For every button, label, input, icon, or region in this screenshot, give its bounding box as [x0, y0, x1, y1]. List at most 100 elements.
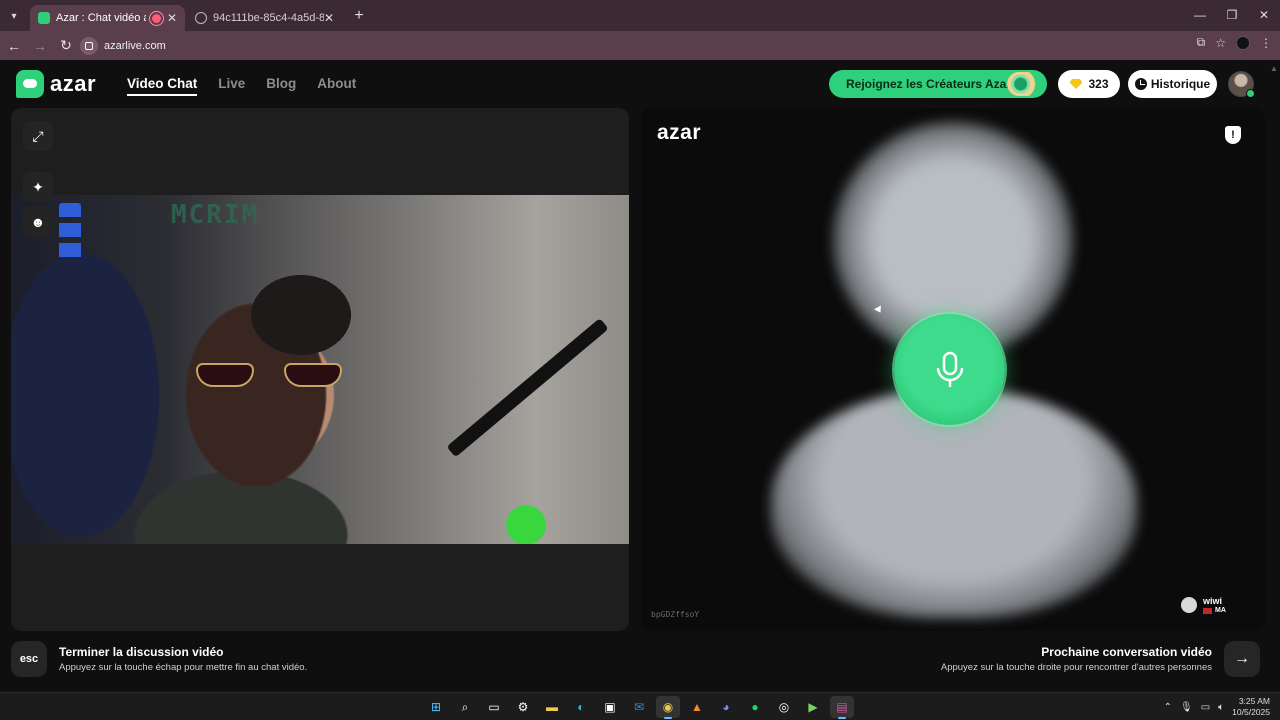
sunglasses-decoration	[196, 363, 346, 389]
address-bar-actions: ⧉ ☆ ⋮	[1197, 35, 1272, 50]
browser-tab-azar[interactable]: Azar : Chat vidéo avec de n ✕	[30, 5, 185, 31]
online-status-icon	[1246, 89, 1255, 98]
recording-indicator-icon	[151, 13, 161, 23]
restore-button[interactable]: ❐	[1216, 0, 1248, 30]
logo-text: azar	[50, 71, 97, 96]
self-camera-feed: MCRIM	[11, 195, 629, 544]
tray-expand-icon[interactable]: ⌃	[1164, 702, 1172, 713]
obs-icon[interactable]: ◎	[772, 696, 796, 718]
nav-live[interactable]: Live	[218, 76, 245, 96]
sparkle-effects-icon[interactable]: ✦	[23, 172, 53, 202]
join-creators-button[interactable]: Rejoignez les Créateurs Azar	[829, 70, 1047, 98]
media-player-icon[interactable]: ▶	[801, 696, 825, 718]
azar-logo[interactable]: azar	[16, 70, 96, 98]
clock-time: 3:25 AM	[1238, 696, 1270, 706]
profile-icon[interactable]	[1236, 35, 1250, 50]
system-tray: ⌃ 🎙︎ ▭ 🔈︎ 3:25 AM 10/5/2025	[1164, 696, 1270, 718]
window-controls: — ❐ ✕	[1184, 0, 1280, 30]
url-text[interactable]: azarlive.com	[104, 40, 166, 52]
next-arrow-button[interactable]: →	[1224, 641, 1260, 677]
forward-arrow-icon[interactable]: →	[28, 34, 52, 58]
edge-browser-icon[interactable]: ◐	[569, 696, 593, 718]
browser-address-bar: ← → ↻ azarlive.com ⧉ ☆ ⋮	[0, 31, 1280, 60]
minimize-button[interactable]: —	[1184, 0, 1216, 30]
windows-taskbar: ⊞ ⌕ ▭ ⚙ ▬ ◐ ▣ ✉ ◉ ▲ ◕ ● ◎ ▶ ▤ ⌃ 🎙︎ ▭ 🔈︎ …	[0, 692, 1280, 720]
network-icon[interactable]: ▭	[1201, 702, 1210, 713]
terminal-icon[interactable]: ▤	[830, 696, 854, 719]
azar-favicon-icon	[38, 12, 50, 24]
next-chat-subtitle: Appuyez sur la touche droite pour rencon…	[940, 662, 1212, 673]
microphone-button[interactable]	[894, 314, 1005, 425]
back-arrow-icon[interactable]: ←	[2, 34, 26, 58]
clock-icon	[1134, 78, 1147, 90]
windows-start-icon[interactable]: ⊞	[424, 696, 448, 718]
next-chat-hint: Prochaine conversation vidéo Appuyez sur…	[941, 641, 1260, 677]
store-icon[interactable]: ▣	[598, 696, 622, 718]
settings-gear-icon[interactable]: ⚙	[511, 696, 535, 718]
bookmark-star-icon[interactable]: ☆	[1215, 36, 1226, 50]
partner-name: wiwi	[1203, 596, 1223, 606]
discord-icon[interactable]: ◕	[714, 696, 738, 718]
tab-title: Azar : Chat vidéo avec de n	[56, 12, 146, 24]
end-chat-hint: esc Terminer la discussion vidéo Appuyez…	[11, 641, 307, 677]
install-app-icon[interactable]: ⧉	[1197, 35, 1206, 50]
nav-about[interactable]: About	[317, 76, 356, 96]
taskbar-apps: ⊞ ⌕ ▭ ⚙ ▬ ◐ ▣ ✉ ◉ ▲ ◕ ● ◎ ▶ ▤	[424, 696, 854, 719]
task-view-icon[interactable]: ▭	[482, 696, 506, 718]
expand-icon[interactable]: ⤢	[23, 121, 53, 151]
join-creators-label: Rejoignez les Créateurs Azar	[846, 77, 1011, 91]
tab-close-icon[interactable]: ✕	[324, 11, 334, 25]
globe-favicon-icon	[195, 12, 207, 24]
mic-arm-decoration	[446, 318, 609, 458]
search-icon[interactable]: ⌕	[453, 696, 477, 718]
scroll-up-icon[interactable]: ▲	[1270, 64, 1278, 74]
end-chat-title: Terminer la discussion vidéo	[59, 645, 224, 659]
partner-country-code: MA	[1215, 607, 1226, 614]
browser-tab-bar: ▾ Azar : Chat vidéo avec de n ✕ 94c111be…	[0, 0, 1280, 31]
vlc-icon[interactable]: ▲	[685, 696, 709, 718]
clock-date: 10/5/2025	[1232, 707, 1270, 717]
tab-close-icon[interactable]: ✕	[167, 11, 177, 25]
gems-count: 323	[1088, 77, 1109, 91]
nav-blog[interactable]: Blog	[266, 76, 296, 96]
outlook-icon[interactable]: ✉	[627, 696, 651, 718]
esc-key-button[interactable]: esc	[11, 641, 47, 677]
user-avatar[interactable]	[1228, 71, 1255, 98]
browser-menu-icon[interactable]: ⋮	[1260, 36, 1272, 50]
browser-tab-second[interactable]: 94c111be-85c4-4a5d-8875-f38 ✕	[187, 5, 342, 31]
reload-icon[interactable]: ↻	[54, 34, 78, 58]
tab-search-icon[interactable]: ▾	[4, 6, 24, 26]
next-chat-title: Prochaine conversation vidéo	[1041, 645, 1212, 659]
background-sign: MCRIM	[171, 200, 260, 230]
partner-country: MA	[1203, 607, 1226, 614]
volume-icon[interactable]: 🔈︎	[1218, 702, 1224, 713]
history-button[interactable]: Historique	[1128, 70, 1217, 98]
self-video-panel: MCRIM ⤢ ✦ ☻	[11, 108, 629, 631]
history-label: Historique	[1150, 77, 1211, 91]
taskbar-clock[interactable]: 3:25 AM 10/5/2025	[1232, 696, 1270, 718]
tray-mic-icon[interactable]: 🎙︎	[1180, 702, 1193, 713]
site-info-icon[interactable]	[80, 36, 98, 55]
gem-icon	[1069, 79, 1083, 89]
nav-video-chat[interactable]: Video Chat	[127, 76, 198, 96]
partner-info[interactable]: wiwi MA	[1181, 596, 1226, 614]
azar-logo-icon	[16, 70, 44, 98]
url-bar[interactable]: azarlive.com	[80, 34, 1225, 57]
report-shield-icon[interactable]: !	[1225, 126, 1241, 144]
tab-title: 94c111be-85c4-4a5d-8875-f38	[213, 12, 324, 24]
creators-badge-icon	[1007, 72, 1041, 96]
chrome-icon[interactable]: ◉	[656, 696, 680, 719]
microphone-icon	[936, 351, 963, 387]
main-nav: Video Chat Live Blog About	[127, 76, 356, 96]
gems-balance-button[interactable]: 323	[1058, 70, 1120, 98]
azar-page: azar Video Chat Live Blog About Rejoigne…	[0, 60, 1280, 692]
partner-avatar-icon	[1181, 597, 1197, 613]
face-filter-icon[interactable]: ☻	[23, 207, 53, 237]
file-explorer-icon[interactable]: ▬	[540, 696, 564, 718]
new-tab-button[interactable]: +	[348, 5, 370, 27]
morocco-flag-icon	[1203, 607, 1212, 614]
close-window-button[interactable]: ✕	[1248, 0, 1280, 30]
spotify-icon[interactable]: ●	[743, 696, 767, 718]
led-lights-decoration	[59, 203, 81, 263]
partner-video-panel: azar ! bpGDZffsoY wiwi MA	[641, 108, 1265, 631]
